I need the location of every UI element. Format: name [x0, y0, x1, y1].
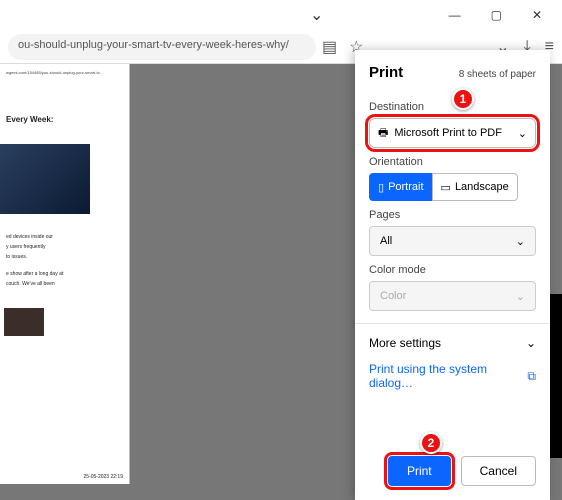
- print-button[interactable]: Print: [388, 456, 451, 486]
- annotation-1: 1: [452, 88, 474, 110]
- print-dialog: Print 8 sheets of paper Destination 🖶 Mi…: [355, 50, 550, 500]
- preview-text: couch. We've all been: [6, 281, 123, 288]
- system-dialog-link[interactable]: Print using the system dialog… ⧉: [369, 362, 536, 390]
- maximize-icon[interactable]: ▢: [491, 8, 502, 22]
- print-title: Print: [369, 64, 403, 81]
- orientation-group: ▯ Portrait ▭ Landscape: [369, 173, 536, 201]
- color-label: Color mode: [369, 264, 536, 276]
- portrait-icon: ▯: [378, 181, 384, 194]
- portrait-label: Portrait: [388, 181, 423, 193]
- preview-text: to issues.: [6, 254, 123, 261]
- orientation-label: Orientation: [369, 156, 536, 168]
- more-settings-label: More settings: [369, 336, 441, 350]
- portrait-button[interactable]: ▯ Portrait: [369, 173, 433, 201]
- preview-url: wgeek.com/154485/you-should-unplug-your-…: [6, 70, 123, 75]
- external-link-icon: ⧉: [527, 369, 536, 384]
- chevron-down-icon: ⌄: [526, 336, 536, 350]
- ad-strip: [550, 294, 562, 458]
- color-value: Color: [380, 290, 406, 302]
- pages-value: All: [380, 235, 392, 247]
- dialog-footer: Print Cancel: [369, 446, 536, 500]
- preview-footer: 25-05-2023 22:19: [84, 474, 123, 480]
- landscape-label: Landscape: [455, 181, 509, 193]
- address-bar[interactable]: ou-should-unplug-your-smart-tv-every-wee…: [8, 34, 316, 60]
- preview-image-1: [0, 144, 90, 214]
- chevron-down-icon: ⌄: [516, 235, 525, 248]
- close-icon[interactable]: ✕: [532, 8, 542, 22]
- landscape-button[interactable]: ▭ Landscape: [432, 173, 518, 201]
- system-dialog-label: Print using the system dialog…: [369, 362, 521, 390]
- landscape-icon: ▭: [441, 181, 451, 194]
- preview-text: ed devices inside our: [6, 234, 123, 241]
- annotation-2: 2: [420, 432, 442, 454]
- printer-icon: 🖶: [378, 124, 388, 143]
- tab-chevron-icon[interactable]: ⌄: [310, 5, 323, 25]
- more-settings-toggle[interactable]: More settings ⌄: [369, 324, 536, 362]
- preview-text: y users frequently: [6, 244, 123, 251]
- minimize-icon[interactable]: —: [449, 8, 461, 22]
- print-preview-page: wgeek.com/154485/you-should-unplug-your-…: [0, 64, 130, 484]
- preview-text: e show after a long day at: [6, 271, 123, 278]
- reader-icon[interactable]: ▤: [322, 37, 337, 57]
- pages-label: Pages: [369, 209, 536, 221]
- preview-image-2: [4, 308, 44, 336]
- chevron-down-icon: ⌄: [516, 290, 525, 303]
- preview-heading: Every Week:: [6, 115, 123, 124]
- chevron-down-icon: ⌄: [518, 127, 527, 140]
- destination-select[interactable]: 🖶 Microsoft Print to PDF ⌄: [369, 118, 536, 148]
- sheet-count: 8 sheets of paper: [459, 69, 536, 80]
- pages-select[interactable]: All ⌄: [369, 226, 536, 256]
- destination-value: Microsoft Print to PDF: [394, 127, 502, 139]
- color-select: Color ⌄: [369, 281, 536, 311]
- cancel-button[interactable]: Cancel: [461, 456, 536, 486]
- window-controls: — ▢ ✕: [449, 0, 562, 26]
